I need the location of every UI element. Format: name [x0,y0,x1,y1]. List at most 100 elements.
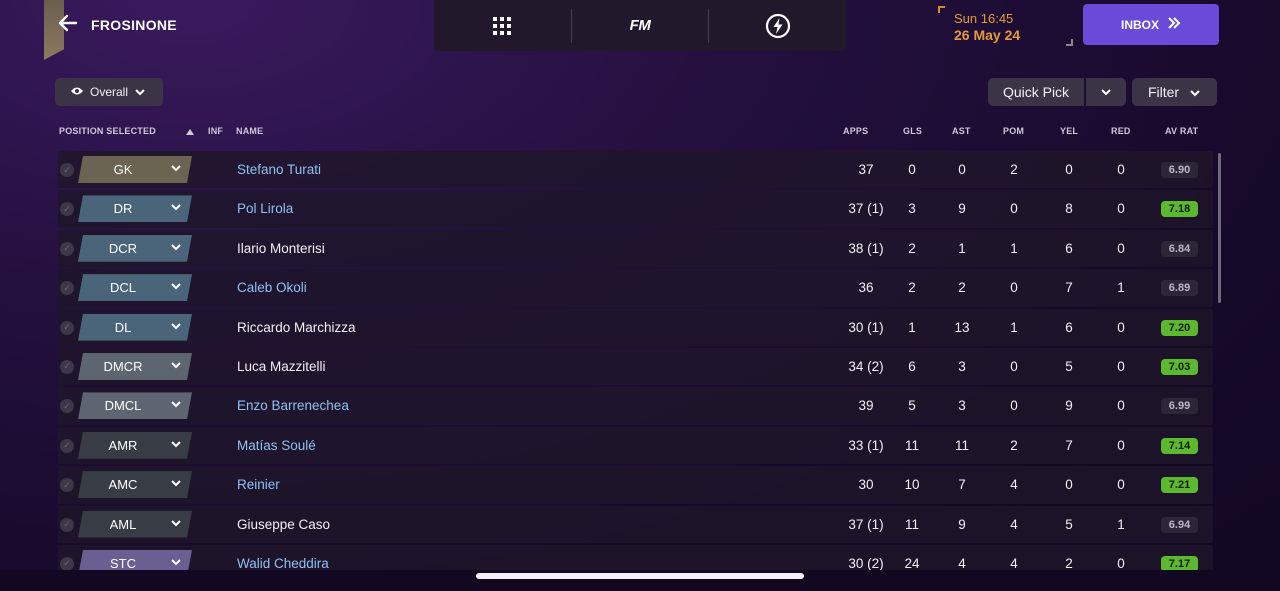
table-row[interactable]: ✓ DR Pol Lirola 37 (1) 3 9 0 8 0 7.18 [58,190,1213,228]
column-header-ast[interactable]: AST [952,126,971,136]
checkmark-icon[interactable]: ✓ [60,202,74,217]
stat-red: 0 [1117,201,1125,217]
table-row[interactable]: ✓ DMCL Enzo Barrenechea 39 5 3 0 9 0 6.99 [58,387,1213,425]
position-selector[interactable]: AMC [78,471,192,498]
stat-ast: 1 [958,240,966,256]
column-header-pom[interactable]: POM [1003,126,1024,136]
home-indicator[interactable] [476,573,804,579]
stat-ast: 9 [958,516,966,532]
stat-yel: 6 [1065,240,1073,256]
stat-pom: 4 [1010,555,1018,571]
position-selector[interactable]: DL [78,314,192,341]
checkmark-icon[interactable]: ✓ [60,399,74,414]
filter-button[interactable]: Filter [1132,78,1217,106]
checkmark-icon[interactable]: ✓ [60,556,74,571]
stat-ast: 0 [958,162,966,177]
position-selector[interactable]: AMR [78,432,192,459]
chevron-down-icon[interactable] [1086,78,1126,106]
stat-apps: 37 (1) [848,516,884,532]
date-time: Sun 16:45 [954,11,1014,26]
stat-red: 0 [1117,240,1125,256]
stat-ast: 13 [954,319,970,335]
lightning-icon[interactable] [709,0,846,51]
average-rating-badge: 7.18 [1161,201,1198,218]
checkmark-icon[interactable]: ✓ [60,517,74,532]
stat-ast: 2 [958,280,966,296]
quick-pick-button[interactable]: Quick Pick [988,78,1084,106]
position-selector[interactable]: DMCL [78,392,192,419]
stat-gls: 10 [904,477,920,493]
stat-apps: 30 (2) [848,555,884,571]
inbox-button[interactable]: INBOX [1083,4,1219,45]
date-corner-mark [1066,39,1073,46]
player-name: Giuseppe Caso [237,516,331,532]
player-name[interactable]: Walid Cheddira [237,556,329,571]
position-label: STC [110,555,136,571]
position-label: GK [113,162,133,177]
stat-ast: 4 [958,555,966,571]
double-chevron-right-icon [1167,17,1181,32]
table-row[interactable]: ✓ DCL Caleb Okoli 36 2 2 0 7 1 6.89 [58,269,1213,307]
stat-pom: 0 [1010,201,1018,217]
position-selector[interactable]: DR [78,195,192,222]
checkmark-icon[interactable]: ✓ [60,281,74,296]
checkmark-icon[interactable]: ✓ [60,478,74,493]
table-scrollbar[interactable] [1218,153,1221,303]
position-selector[interactable]: DCR [78,235,192,262]
table-row[interactable]: ✓ AMR Matías Soulé 33 (1) 11 11 2 7 0 7.14 [58,426,1213,465]
stat-pom: 0 [1010,358,1018,374]
sort-ascending-icon[interactable] [186,127,194,137]
stat-gls: 2 [908,240,916,256]
fm-home-button[interactable]: FM [572,0,709,51]
average-rating-badge: 6.84 [1161,240,1198,257]
table-row[interactable]: ✓ GK Stefano Turati 37 0 0 2 0 0 6.90 [58,151,1213,189]
checkmark-icon[interactable]: ✓ [60,359,74,374]
column-header-red[interactable]: RED [1111,126,1131,136]
player-name[interactable]: Pol Lirola [237,201,293,216]
stat-yel: 5 [1065,516,1073,532]
column-header-inf[interactable]: INF [208,126,223,136]
table-row[interactable]: ✓ AMC Reinier 30 10 7 4 0 0 7.21 [58,466,1213,504]
player-name[interactable]: Matías Soulé [237,438,316,453]
average-rating-badge: 6.90 [1161,162,1198,178]
stat-red: 0 [1117,398,1125,414]
stat-red: 1 [1117,280,1125,296]
back-arrow-icon[interactable] [56,12,80,36]
column-header-yel[interactable]: YEL [1060,126,1078,136]
table-row[interactable]: ✓ DL Riccardo Marchizza 30 (1) 1 13 1 6 0 7.20 [58,308,1213,346]
game-date-display[interactable]: Sun 16:45 26 May 24 [938,6,1073,46]
checkmark-icon[interactable]: ✓ [60,320,74,335]
grid-menu-icon[interactable] [434,0,571,51]
stat-apps: 33 (1) [848,437,884,453]
club-name[interactable]: FROSINONE [91,17,177,33]
stat-pom: 4 [1010,477,1018,493]
player-name[interactable]: Enzo Barrenechea [237,398,349,413]
column-header-position[interactable]: POSITION SELECTED [59,126,156,136]
table-row[interactable]: ✓ DMCR Luca Mazzitelli 34 (2) 6 3 0 5 0 7.03 [58,347,1213,386]
position-selector[interactable]: DMCR [78,353,192,380]
position-label: DMCL [104,398,142,414]
stat-red: 0 [1117,477,1125,493]
column-header-name[interactable]: NAME [236,126,263,136]
chevron-down-icon [170,438,182,455]
stat-gls: 5 [908,398,916,414]
checkmark-icon[interactable]: ✓ [60,438,74,453]
player-name[interactable]: Caleb Okoli [237,280,307,295]
chevron-down-icon [170,241,182,258]
checkmark-icon[interactable]: ✓ [60,163,74,177]
stat-yel: 9 [1065,398,1073,414]
player-name[interactable]: Stefano Turati [237,162,321,177]
position-selector[interactable]: GK [78,156,192,183]
column-header-av-rat[interactable]: AV RAT [1165,126,1198,136]
position-selector[interactable]: AML [78,511,192,538]
inbox-label: INBOX [1120,17,1159,32]
position-label: DL [114,319,132,335]
table-row[interactable]: ✓ AML Giuseppe Caso 37 (1) 11 9 4 5 1 6.94 [58,505,1213,543]
column-header-apps[interactable]: APPS [843,126,868,136]
checkmark-icon[interactable]: ✓ [60,241,74,256]
table-row[interactable]: ✓ DCR Ilario Monterisi 38 (1) 2 1 1 6 0 6.84 [58,229,1213,268]
column-header-gls[interactable]: GLS [903,126,922,136]
view-select-dropdown[interactable]: Overall [55,78,163,106]
player-name[interactable]: Reinier [237,477,280,492]
position-selector[interactable]: DCL [78,274,192,301]
